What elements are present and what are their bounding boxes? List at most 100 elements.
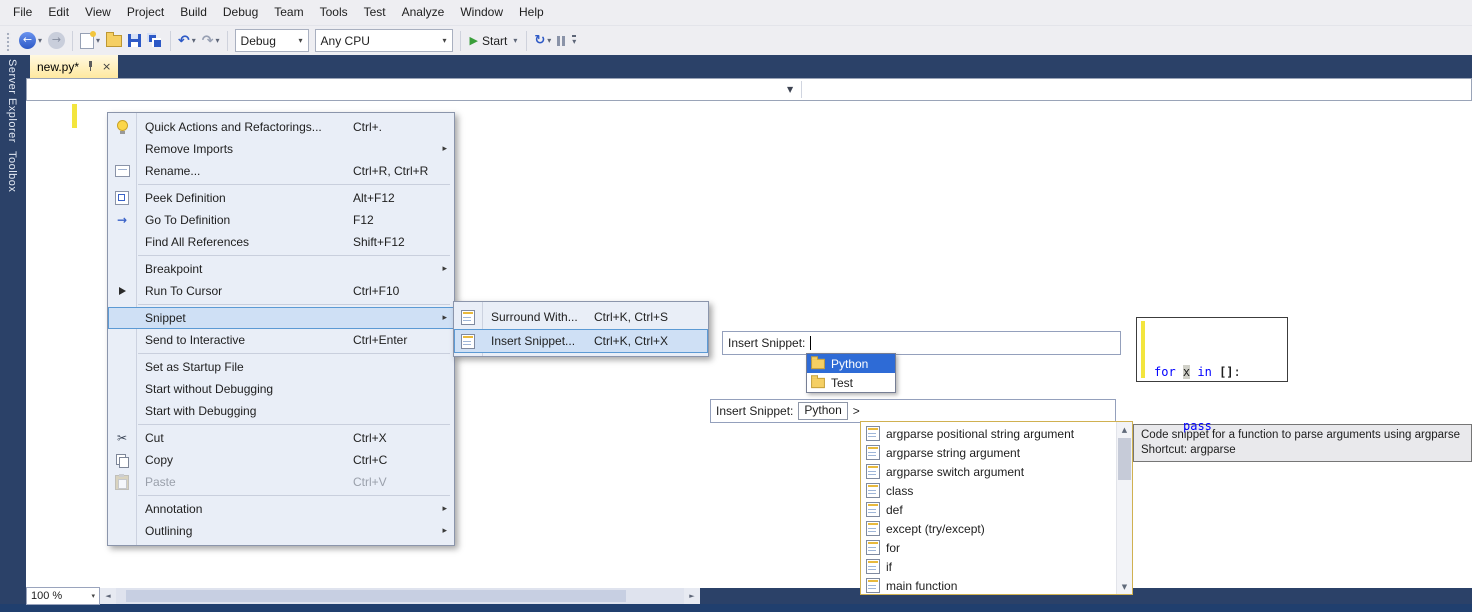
menu-view[interactable]: View — [77, 0, 119, 25]
chevron-down-icon — [513, 36, 517, 45]
menu-edit[interactable]: Edit — [40, 0, 77, 25]
pause-icon — [557, 35, 561, 46]
document-tab-newpy[interactable]: new.py* — [30, 55, 119, 78]
menu-build[interactable]: Build — [172, 0, 215, 25]
save-all-button[interactable] — [144, 29, 166, 53]
navbar-dropdown-icon[interactable] — [787, 85, 793, 94]
start-label: Start — [482, 33, 508, 48]
open-file-button[interactable] — [103, 29, 125, 53]
peek-definition-icon — [115, 191, 129, 205]
menu-item-breakpoint[interactable]: Breakpoint — [108, 258, 454, 280]
folder-item-test[interactable]: Test — [807, 373, 895, 392]
snippet-list-item[interactable]: if — [861, 557, 1116, 576]
navigate-backward-button[interactable] — [16, 29, 45, 53]
save-button[interactable] — [125, 29, 144, 53]
menu-item-outlining[interactable]: Outlining — [108, 520, 454, 542]
menu-team[interactable]: Team — [266, 0, 311, 25]
snippet-list-item[interactable]: except (try/except) — [861, 519, 1116, 538]
menu-item-set-as-startup-file[interactable]: Set as Startup File — [108, 356, 454, 378]
menu-item-start-without-debugging[interactable]: Start without Debugging — [108, 378, 454, 400]
folder-item-python[interactable]: Python — [807, 354, 895, 373]
play-icon — [470, 34, 478, 47]
menu-item-snippet[interactable]: Snippet — [108, 307, 454, 329]
menu-item-quick-actions[interactable]: Quick Actions and Refactorings... Ctrl+. — [108, 116, 454, 138]
menu-item-cut[interactable]: Cut Ctrl+X — [108, 427, 454, 449]
menu-item-remove-imports[interactable]: Remove Imports — [108, 138, 454, 160]
snippet-icon — [866, 464, 880, 479]
menu-test[interactable]: Test — [356, 0, 394, 25]
menu-item-label: Insert Snippet... — [491, 334, 576, 348]
menu-item-find-all-references[interactable]: Find All References Shift+F12 — [108, 231, 454, 253]
toolbar-options-overflow-button[interactable] — [572, 35, 577, 46]
sidebar-tab-server-explorer[interactable]: Server Explorer — [6, 59, 18, 143]
snippet-list-item[interactable]: for — [861, 538, 1116, 557]
menu-tools[interactable]: Tools — [312, 0, 356, 25]
scroll-right-button[interactable] — [684, 588, 700, 604]
toolbar-grip[interactable] — [5, 30, 11, 51]
snippet-list-item[interactable]: main function — [861, 576, 1116, 594]
insert-snippet-prompt-field[interactable]: Insert Snippet: — [722, 331, 1121, 355]
menu-separator — [138, 495, 450, 496]
pin-icon[interactable] — [86, 61, 95, 72]
sidebar-tab-toolbox[interactable]: Toolbox — [6, 151, 18, 192]
menu-debug[interactable]: Debug — [215, 0, 266, 25]
menu-window[interactable]: Window — [452, 0, 511, 25]
new-file-icon — [80, 30, 97, 49]
menu-item-go-to-definition[interactable]: Go To Definition F12 — [108, 209, 454, 231]
menu-item-copy[interactable]: Copy Ctrl+C — [108, 449, 454, 471]
toolbar-separator — [170, 30, 172, 51]
menu-help[interactable]: Help — [511, 0, 552, 25]
editor-navigation-bar[interactable] — [26, 78, 1472, 101]
menu-analyze[interactable]: Analyze — [394, 0, 453, 25]
copy-icon — [115, 453, 129, 468]
menu-item-shortcut: F12 — [353, 213, 374, 227]
scroll-down-icon[interactable] — [1117, 579, 1132, 594]
folder-icon — [811, 374, 825, 388]
scrollbar-thumb[interactable] — [126, 590, 626, 602]
snippet-list-item[interactable]: argparse positional string argument — [861, 424, 1116, 443]
insert-snippet-expanded-field[interactable]: Insert Snippet: Python > — [710, 399, 1116, 423]
menu-file[interactable]: File — [5, 0, 40, 25]
menu-item-shortcut: Ctrl+F10 — [353, 284, 400, 298]
snippet-list-scrollbar[interactable] — [1116, 422, 1132, 594]
menu-project[interactable]: Project — [119, 0, 172, 25]
solution-platform-select[interactable]: Any CPU — [314, 29, 453, 52]
chevron-down-icon — [192, 36, 196, 45]
undo-button[interactable] — [175, 29, 199, 53]
menu-item-rename[interactable]: Rename... Ctrl+R, Ctrl+R — [108, 160, 454, 182]
zoom-select[interactable]: 100 % — [26, 587, 100, 605]
menu-item-start-with-debugging[interactable]: Start with Debugging — [108, 400, 454, 422]
menu-item-send-to-interactive[interactable]: Send to Interactive Ctrl+Enter — [108, 329, 454, 351]
break-all-button[interactable] — [554, 29, 568, 53]
scrollbar-track[interactable] — [116, 588, 684, 604]
menu-item-paste[interactable]: Paste Ctrl+V — [108, 471, 454, 493]
menu-item-peek-definition[interactable]: Peek Definition Alt+F12 — [108, 187, 454, 209]
scroll-left-button[interactable] — [100, 588, 116, 604]
snippet-icon — [866, 559, 880, 574]
menu-item-insert-snippet[interactable]: Insert Snippet... Ctrl+K, Ctrl+X — [454, 329, 708, 353]
rename-icon — [114, 165, 130, 177]
snippet-icon — [866, 521, 880, 536]
menu-item-run-to-cursor[interactable]: Run To Cursor Ctrl+F10 — [108, 280, 454, 302]
new-file-button[interactable] — [77, 29, 103, 53]
menu-item-surround-with[interactable]: Surround With... Ctrl+K, Ctrl+S — [454, 305, 708, 329]
restart-button[interactable] — [531, 29, 554, 53]
scroll-up-icon[interactable] — [1117, 422, 1132, 437]
selected-folder-chip[interactable]: Python — [798, 402, 848, 420]
solution-platform-value: Any CPU — [320, 33, 370, 48]
navigate-forward-button[interactable] — [45, 29, 68, 53]
solution-configuration-value: Debug — [240, 33, 276, 48]
snippet-list-item[interactable]: def — [861, 500, 1116, 519]
menu-item-annotation[interactable]: Annotation — [108, 498, 454, 520]
snippet-icon — [866, 445, 880, 460]
redo-button[interactable] — [199, 29, 223, 53]
snippet-list-item[interactable]: argparse string argument — [861, 443, 1116, 462]
solution-configuration-select[interactable]: Debug — [234, 29, 309, 52]
folder-name: Python — [831, 356, 869, 371]
toolbar-separator — [526, 30, 528, 51]
snippet-list-item[interactable]: argparse switch argument — [861, 462, 1116, 481]
close-icon[interactable] — [102, 61, 111, 72]
snippet-list-item[interactable]: class — [861, 481, 1116, 500]
start-debugging-button[interactable]: Start — [465, 34, 523, 48]
scrollbar-thumb[interactable] — [1118, 438, 1131, 480]
